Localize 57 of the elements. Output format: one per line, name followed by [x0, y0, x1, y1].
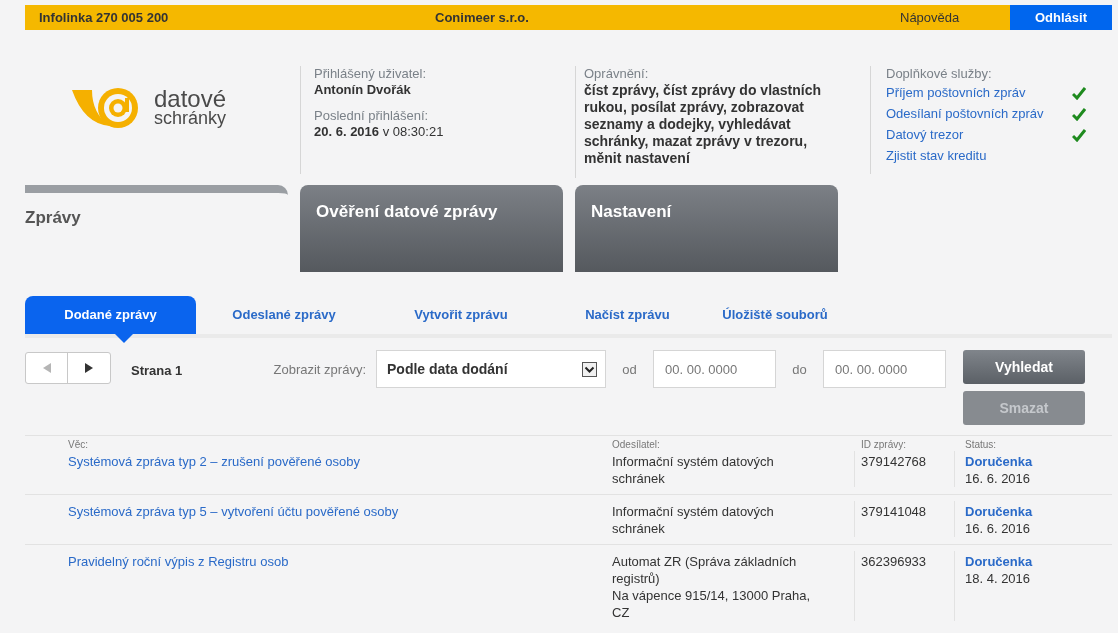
action-button[interactable]: Vyhledat — [963, 350, 1085, 384]
column-header: Status: — [965, 439, 997, 450]
logo-text: datové — [154, 87, 227, 110]
status-link[interactable]: Doručenka — [965, 553, 1033, 570]
date-label: do — [791, 361, 808, 379]
sub-tab[interactable]: Úložiště souborů — [705, 296, 845, 334]
date-field[interactable]: 00. 00. 0000 — [653, 350, 776, 388]
dropdown-icon — [582, 361, 597, 377]
sub-tab[interactable]: Vytvořit zprávu — [372, 296, 550, 334]
service-link[interactable]: Zjistit stav kreditu — [886, 145, 987, 166]
table-cell: 16. 6. 2016 — [965, 470, 1031, 487]
column-header: Odesílatel: — [612, 439, 660, 450]
services-label: Doplňkové služby: — [886, 66, 993, 82]
permissions-text: číst zprávy, číst zprávy do vlastních rukou, posílat zprávy, zobrazovat seznamy a dodejky, vyhledávat schránky, mazat zprávy v trezoru, měnit nastavení — [584, 82, 823, 167]
page-label: Strana 1 — [131, 362, 184, 380]
status-link[interactable]: Doručenka — [965, 453, 1033, 470]
logout-button[interactable]: Odhlásit — [1010, 5, 1112, 30]
table-cell: 362396933 — [861, 554, 927, 569]
last-login-label: Poslední přihlášení: — [314, 108, 430, 124]
table-cell: 18. 4. 2016 — [965, 570, 1031, 587]
table-cell: 16. 6. 2016 — [965, 520, 1031, 537]
logo-text: schránky — [154, 109, 227, 127]
company-name: Conimeer s.r.o. — [435, 8, 530, 27]
date-field[interactable]: 00. 00. 0000 — [823, 350, 946, 388]
help-link[interactable]: Nápověda — [875, 7, 1010, 28]
user-name: Antonín Dvořák — [314, 82, 412, 98]
table-cell-text: Informační systém datových schránek — [612, 453, 775, 487]
sub-tab[interactable]: Odeslané zprávy — [196, 296, 372, 334]
table-cell-text: Automat ZR (Správa základních registrů) Na vápence 915/14, 13000 Praha, CZ — [612, 553, 812, 621]
tab-pointer-icon — [115, 334, 133, 343]
last-login-value: 20. 6. 2016 v 08:30:21 — [314, 124, 445, 140]
service-link[interactable]: Datový trezor — [886, 124, 964, 145]
message-subject-link[interactable]: Systémová zpráva typ 2 – zrušení pověřené osoby — [68, 454, 360, 469]
table-cell: 379141048 — [861, 504, 927, 519]
left-triangle-icon — [42, 363, 51, 373]
filter-label: Zobrazit zprávy: — [272, 361, 367, 379]
message-subject-link[interactable]: Systémová zpráva typ 5 – vytvoření účtu pověřené osoby — [68, 504, 399, 519]
service-link[interactable]: Příjem poštovních zpráv — [886, 82, 1026, 103]
column-header: ID zprávy: — [861, 439, 906, 450]
table-cell: 379142768 — [861, 454, 927, 469]
check-icon — [1072, 127, 1086, 142]
right-triangle-icon — [85, 363, 93, 373]
sub-tab[interactable]: Načíst zprávu — [550, 296, 705, 334]
check-icon — [1072, 85, 1086, 100]
user-label: Přihlášený uživatel: — [314, 66, 427, 82]
main-tab[interactable]: Ověření datové zprávy — [300, 185, 563, 272]
column-header: Věc: — [68, 439, 88, 450]
date-label: od — [621, 361, 638, 379]
permissions-label: Oprávnění: — [584, 66, 650, 82]
status-link[interactable]: Doručenka — [965, 503, 1033, 520]
service-link[interactable]: Odesílaní poštovních zpráv — [886, 103, 1044, 124]
table-cell-text: Informační systém datových schránek — [612, 503, 775, 537]
filter-select[interactable]: Podle data dodání — [376, 350, 606, 388]
hotline-text: Infolinka 270 005 200 — [38, 8, 170, 27]
main-tab[interactable]: Nastavení — [575, 185, 838, 272]
check-icon — [1072, 106, 1086, 121]
message-subject-link[interactable]: Pravidelný roční výpis z Registru osob — [68, 554, 289, 569]
